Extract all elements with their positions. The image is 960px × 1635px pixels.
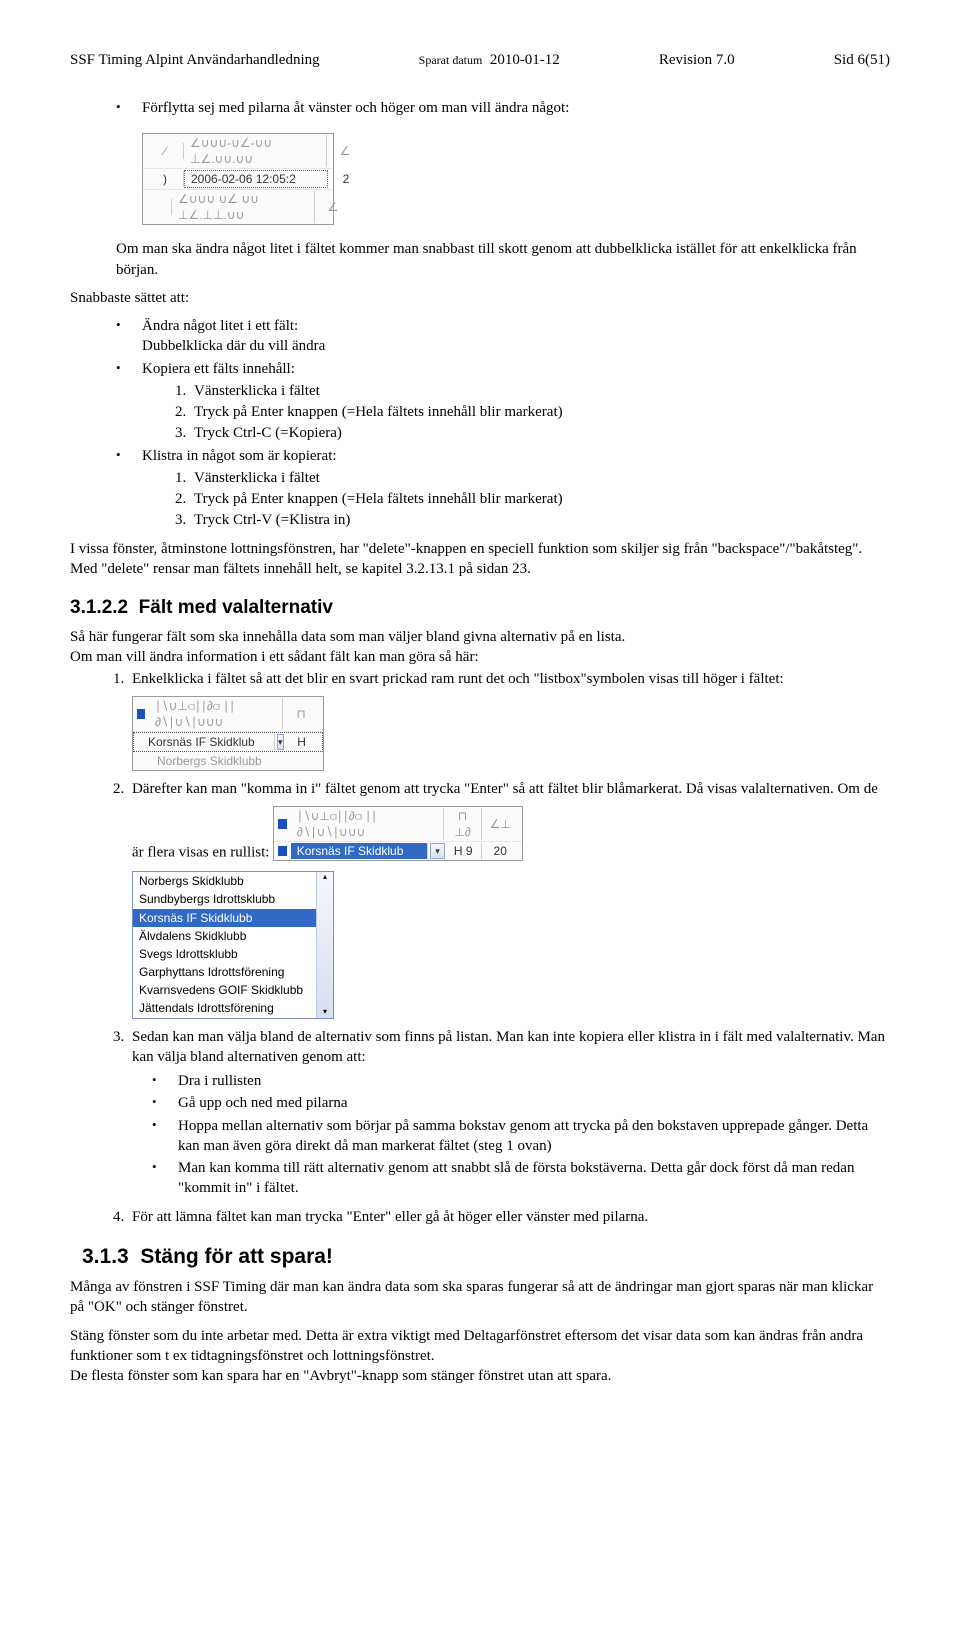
- section-313-heading: 3.1.3 Stäng för att spara!: [82, 1243, 890, 1271]
- sec-313-p1: Många av fönstren i SSF Timing där man k…: [70, 1277, 890, 1318]
- section-3122-heading: 3.1.2.2 Fält med valalternativ: [70, 595, 890, 621]
- row-selector-icon: [137, 709, 145, 719]
- dropdown-option: Svegs Idrottsklubb: [133, 945, 316, 963]
- dropdown-option: Norbergs Skidklubb: [133, 872, 316, 890]
- after-img1-para: Om man ska ändra något litet i fältet ko…: [116, 239, 890, 280]
- sec-3122-intro2: Om man vill ändra information i ett såda…: [70, 647, 890, 667]
- step3-bullets: Dra i rullistenGå upp och ned med pilarn…: [132, 1071, 890, 1199]
- delete-para: I vissa fönster, åtminstone lottningsfön…: [70, 539, 890, 580]
- header-saved: Sparat datum 2010-01-12: [419, 50, 560, 70]
- step3-bullet: Man kan komma till rätt alternativ genom…: [152, 1158, 890, 1199]
- dropdown-option: Jättendals Idrottsförening: [133, 999, 316, 1017]
- row-selector-icon: [278, 846, 286, 856]
- header-revision: Revision 7.0: [659, 50, 735, 70]
- dropdown-option: Korsnäs IF Skidklubb: [133, 909, 316, 927]
- snabbaste-title: Snabbaste sättet att:: [70, 288, 890, 308]
- header-page: Sid 6(51): [834, 50, 890, 70]
- sec-313-p3: De flesta fönster som kan spara har en "…: [70, 1366, 890, 1386]
- dropdown-option: Kvarnsvedens GOIF Skidklubb: [133, 981, 316, 999]
- step3-bullet: Dra i rullisten: [152, 1071, 890, 1091]
- chevron-down-icon: ▾: [430, 843, 446, 859]
- page-header: SSF Timing Alpint Användarhandledning Sp…: [70, 50, 890, 70]
- dropdown-option: Garphyttans Idrottsförening: [133, 963, 316, 981]
- step4: För att lämna fältet kan man trycka "Ent…: [128, 1207, 890, 1227]
- listbox-screenshot-2: ∣∖∪⊥⫏∣∣∂⫏ ∣∣ ∂∖∣∪∖∣∪∪∪ ⊓ ⊥∂ ∠⊥ Korsnäs I…: [273, 806, 523, 862]
- sec-3122-steps: Enkelklicka i fältet så att det blir en …: [70, 669, 890, 1227]
- dropdown-open: Norbergs SkidklubbSundbybergs Idrottsklu…: [132, 871, 334, 1019]
- step3-bullet: Gå upp och ned med pilarna: [152, 1093, 890, 1113]
- sec-313-p2: Stäng fönster som du inte arbetar med. D…: [70, 1326, 890, 1367]
- scroll-up-icon: ▴: [323, 872, 327, 883]
- listbox-screenshot-1: ∣∖∪⊥⫏∣∣∂⫏ ∣∣ ∂∖∣∪∖∣∪∪∪ ⊓ Korsnäs IF Skid…: [132, 696, 324, 772]
- scroll-down-icon: ▾: [323, 1007, 327, 1018]
- dropdown-option: Älvdalens Skidklubb: [133, 927, 316, 945]
- intro-bullet: Förflytta sej med pilarna åt vänster och…: [116, 98, 890, 118]
- header-title: SSF Timing Alpint Användarhandledning: [70, 50, 320, 70]
- row-selector-icon: [278, 819, 287, 829]
- intro-bullet-list: Förflytta sej med pilarna åt vänster och…: [70, 98, 890, 118]
- snabbaste-list: Ändra något litet i ett fält: Dubbelklic…: [70, 316, 890, 531]
- grid-screenshot-1: ∕ ∠∪∪∪-∪∠-∪∪ ⊥∠.∪∪.∪∪ ∠ ) 2006-02-06 12:…: [142, 133, 334, 226]
- sec-3122-intro1: Så här fungerar fält som ska innehålla d…: [70, 627, 890, 647]
- scrollbar: ▴ ▾: [316, 872, 333, 1018]
- dropdown-option: Sundbybergs Idrottsklubb: [133, 890, 316, 908]
- step3-bullet: Hoppa mellan alternativ som börjar på sa…: [152, 1116, 890, 1157]
